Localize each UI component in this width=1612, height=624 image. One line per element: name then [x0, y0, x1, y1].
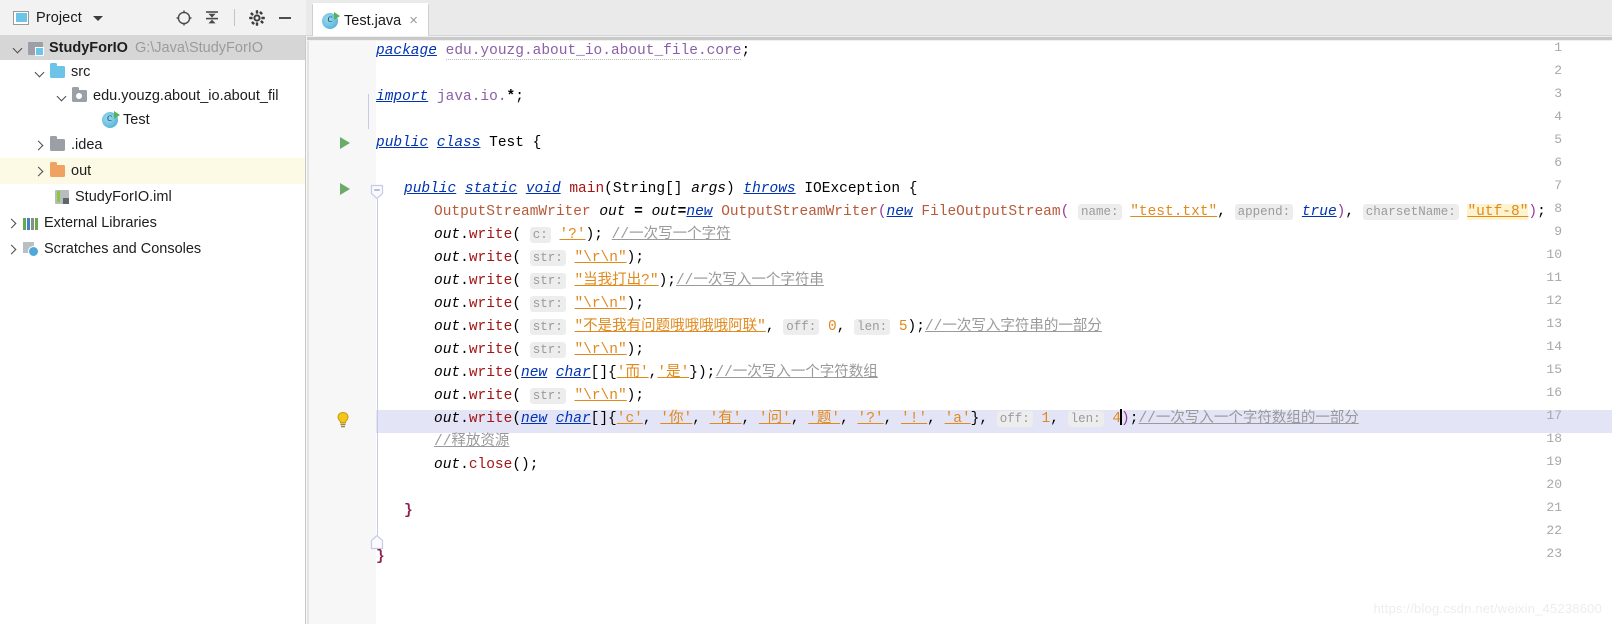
tree-item-scratches-and-consoles[interactable]: Scratches and Consoles: [0, 236, 305, 262]
code-line-12: out.write( str: "\r\n");: [434, 296, 645, 312]
tree-item-path: G:\Java\StudyForIO: [134, 40, 264, 56]
package-icon: [70, 87, 89, 102]
chevron-right-icon[interactable]: [30, 167, 48, 176]
code-line-10: out.write( str: "\r\n");: [434, 250, 645, 266]
code-line-17: out.write(new char[]{'c', '你', '有', '问',…: [434, 409, 1359, 427]
tree-item-test-class[interactable]: Test: [0, 108, 305, 132]
run-method-icon[interactable]: [340, 183, 350, 195]
code-line-7: public static void main(String[] args) t…: [404, 181, 918, 197]
chevron-right-icon[interactable]: [3, 219, 21, 228]
tree-item-label: src: [71, 64, 91, 80]
code-line-9: out.write( c: '?'); //一次写一个字符: [434, 227, 731, 243]
tab-test-java[interactable]: Test.java ×: [312, 3, 429, 36]
chevron-down-icon[interactable]: [8, 44, 26, 53]
chevron-down-icon[interactable]: [52, 92, 70, 101]
chevron-down-icon[interactable]: [30, 68, 48, 77]
tree-item-label: .idea: [71, 137, 103, 153]
code-line-21: }: [404, 503, 413, 519]
libraries-icon: [21, 217, 40, 230]
chevron-right-icon[interactable]: [3, 245, 21, 254]
code-line-5: public class Test {: [376, 135, 542, 151]
tree-item-label: edu.youzg.about_io.about_fil: [93, 88, 279, 104]
folder-icon: [48, 162, 67, 177]
project-panel-header: Project: [0, 0, 306, 36]
java-class-icon: [322, 11, 340, 29]
tree-item-external-libraries[interactable]: External Libraries: [0, 210, 305, 236]
intention-bulb-icon[interactable]: [335, 411, 351, 429]
iml-file-icon: [52, 190, 71, 204]
run-class-icon[interactable]: [340, 137, 350, 149]
top-bar: Project c Test.java ×: [0, 0, 1612, 36]
close-icon[interactable]: ×: [409, 12, 418, 29]
code-line-19: out.close();: [434, 457, 539, 473]
code-content[interactable]: package edu.youzg.about_io.about_file.co…: [376, 36, 1612, 624]
chevron-down-icon[interactable]: [92, 16, 103, 21]
tab-label: Test.java: [344, 12, 402, 29]
code-line-3: import java.io.*;: [376, 89, 524, 105]
minimize-icon[interactable]: [276, 9, 294, 27]
scratches-icon: [21, 242, 40, 257]
tree-item-src[interactable]: src: [0, 60, 305, 84]
code-vision-line: [368, 94, 369, 129]
module-icon: [26, 41, 45, 56]
editor-horizontal-scrollbar[interactable]: [307, 36, 1612, 41]
code-line-13: out.write( str: "不是我有问题哦哦哦哦阿联", off: 0, …: [434, 319, 1102, 335]
code-line-11: out.write( str: "当我打出?");//一次写入一个字符串: [434, 273, 824, 289]
code-line-23: }: [376, 549, 385, 565]
tree-item-label: out: [71, 163, 92, 179]
project-panel-toolbar: [175, 9, 306, 27]
folder-icon: [48, 63, 67, 78]
code-line-18: //释放资源: [434, 434, 510, 450]
watermark: https://blog.csdn.net/weixin_45238600: [1373, 601, 1602, 616]
java-class-icon: [100, 110, 120, 128]
idea-window: Project c Test.java × StudyForIO G:\Java…: [0, 0, 1612, 624]
gutter-edge: [307, 36, 309, 624]
toolbar-separator: [234, 9, 235, 26]
tree-item-out[interactable]: out: [0, 158, 305, 184]
project-panel-title: Project: [36, 9, 82, 26]
editor-tab-strip: Test.java ×: [306, 0, 1612, 36]
project-panel-title-group[interactable]: Project: [0, 10, 103, 26]
editor-gutter[interactable]: [307, 36, 376, 624]
tree-item-label: StudyForIO: [49, 40, 128, 56]
code-line-1: package edu.youzg.about_io.about_file.co…: [376, 43, 751, 60]
project-icon: [13, 10, 29, 25]
code-line-16: out.write( str: "\r\n");: [434, 388, 645, 404]
code-line-15: out.write(new char[]{'而','是'});//一次写入一个字…: [434, 365, 878, 381]
tree-item-package[interactable]: edu.youzg.about_io.about_fil: [0, 84, 305, 108]
code-line-14: out.write( str: "\r\n");: [434, 342, 645, 358]
code-editor[interactable]: 1 2 3 4 5 6 7 8 9 10 11 12 13 14 15 16 1…: [307, 36, 1612, 624]
tree-item-idea[interactable]: .idea: [0, 132, 305, 158]
collapse-all-icon[interactable]: [203, 9, 221, 27]
gear-icon[interactable]: [248, 9, 266, 27]
code-line-8: OutputStreamWriter out = out=new OutputS…: [434, 204, 1546, 220]
tree-item-label: Test: [123, 112, 150, 128]
tree-item-studyforio[interactable]: StudyForIO G:\Java\StudyForIO: [0, 36, 305, 60]
project-tree-panel[interactable]: StudyForIO G:\Java\StudyForIO src edu.yo…: [0, 36, 306, 624]
crosshair-locate-icon[interactable]: [175, 9, 193, 27]
tree-item-label: External Libraries: [44, 215, 157, 231]
tree-item-label: Scratches and Consoles: [44, 241, 202, 257]
folder-icon: [48, 136, 67, 151]
scrollbar-thumb[interactable]: [307, 37, 1612, 40]
tree-item-iml[interactable]: StudyForIO.iml: [0, 184, 305, 210]
tree-item-label: StudyForIO.iml: [75, 189, 172, 205]
chevron-right-icon[interactable]: [30, 141, 48, 150]
